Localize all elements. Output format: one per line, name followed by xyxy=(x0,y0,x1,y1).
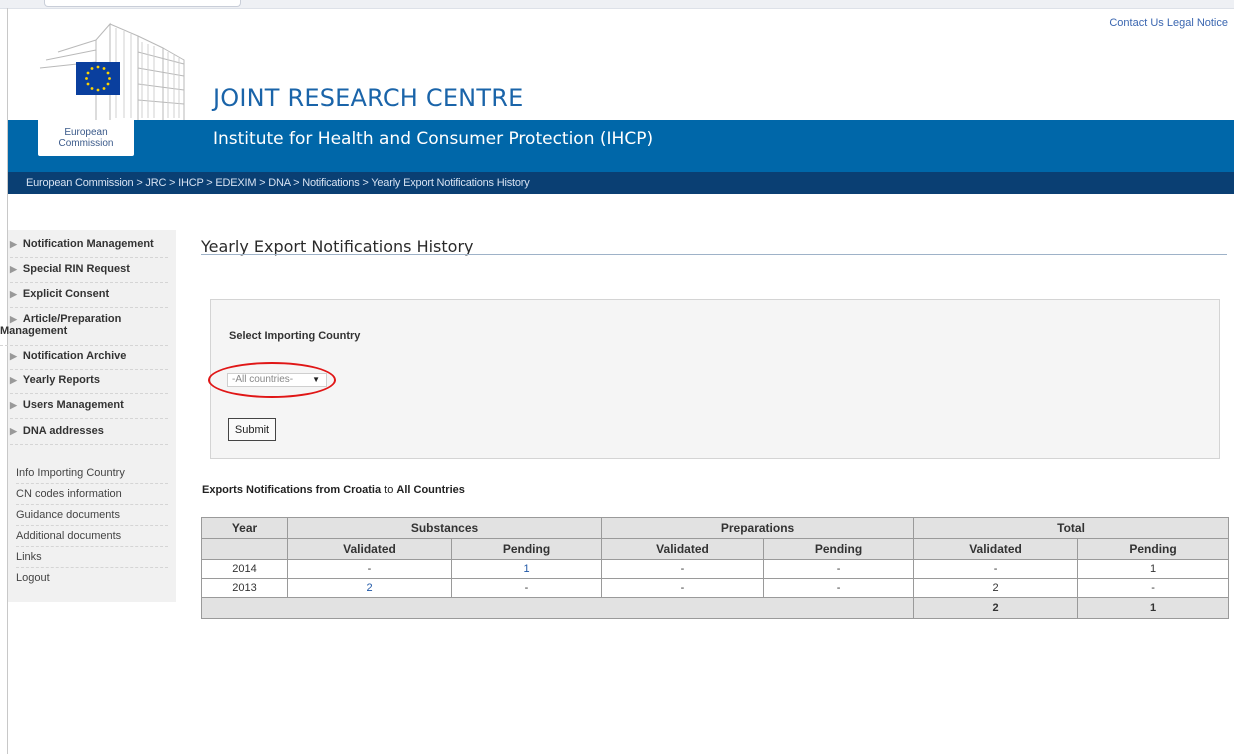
institute-title: Institute for Health and Consumer Protec… xyxy=(213,129,654,149)
sidebar-item-label: DNA addresses xyxy=(22,425,104,437)
header-substances: Substances xyxy=(286,517,603,539)
header-empty xyxy=(201,538,288,560)
sidebar-item-notification-archive[interactable]: ▶ Notification Archive xyxy=(10,350,168,370)
legal-notice-link[interactable]: Legal Notice xyxy=(1167,17,1228,29)
table-subheader-row: Validated Pending Validated Pending Vali… xyxy=(201,538,1230,560)
cell-total-spacer xyxy=(200,597,915,619)
triangle-right-icon: ▶ xyxy=(10,426,17,436)
table-total-row: 2 1 xyxy=(200,597,1230,619)
triangle-right-icon: ▶ xyxy=(10,400,17,410)
cell-year: 2013 xyxy=(201,578,288,598)
sidebar-item-label: Special RIN Request xyxy=(22,263,130,275)
header-preparations: Preparations xyxy=(601,517,915,539)
sidebar-item-notification-management[interactable]: ▶ Notification Management xyxy=(10,238,168,258)
notifications-table: Year Substances Preparations Total Valid… xyxy=(200,517,1230,619)
header-links: Contact Us Legal Notice xyxy=(1109,17,1228,29)
table-row: 2014 - 1 - - - 1 xyxy=(201,559,1230,579)
triangle-right-icon: ▶ xyxy=(10,264,17,274)
sidebar-item-yearly-reports[interactable]: ▶ Yearly Reports xyxy=(10,374,168,394)
cell-grand-total-pending: 1 xyxy=(1077,597,1230,619)
sidebar-item-special-rin-request[interactable]: ▶ Special RIN Request xyxy=(10,263,168,283)
red-highlight-ellipse xyxy=(208,362,336,398)
sidebar-link-logout[interactable]: Logout xyxy=(16,568,168,588)
cell-sub-pending: - xyxy=(450,578,603,598)
triangle-right-icon: ▶ xyxy=(10,314,17,324)
cell-prep-validated: - xyxy=(601,559,765,579)
cell-total-validated: 2 xyxy=(913,578,1079,598)
cell-grand-total-validated: 2 xyxy=(913,597,1079,619)
sidebar-item-label: Notification Archive xyxy=(22,350,127,362)
header-prep-validated: Validated xyxy=(601,538,765,560)
triangle-right-icon: ▶ xyxy=(10,351,17,361)
exports-from-country: Croatia xyxy=(343,484,382,496)
header-year: Year xyxy=(201,517,288,539)
header-prep-pending: Pending xyxy=(763,538,915,560)
org-title: JOINT RESEARCH CENTRE xyxy=(213,84,524,112)
sidebar-link-cn-codes[interactable]: CN codes information xyxy=(16,484,168,505)
cell-sub-pending-link[interactable]: 1 xyxy=(450,559,603,579)
ec-label-line1: European xyxy=(64,127,108,138)
sidebar-item-label: Notification Management xyxy=(22,238,154,250)
contact-us-link[interactable]: Contact Us xyxy=(1109,17,1163,29)
ec-label-line2: Commission xyxy=(58,138,114,149)
sidebar-item-explicit-consent[interactable]: ▶ Explicit Consent xyxy=(10,288,168,308)
cell-sub-validated: - xyxy=(287,559,452,579)
cell-prep-pending: - xyxy=(763,559,915,579)
sidebar-item-label: Article/Preparation Management xyxy=(0,313,122,337)
sidebar-link-additional-documents[interactable]: Additional documents xyxy=(16,526,168,547)
exports-to-country: All Countries xyxy=(396,484,465,496)
exports-heading-prefix: Exports Notifications from xyxy=(202,484,341,496)
ec-label: European Commission xyxy=(38,120,134,156)
table-row: 2013 2 - - - 2 - xyxy=(201,578,1230,598)
breadcrumb[interactable]: European Commission > JRC > IHCP > EDEXI… xyxy=(26,177,530,189)
sidebar-link-guidance-documents[interactable]: Guidance documents xyxy=(16,505,168,526)
cell-prep-validated: - xyxy=(601,578,765,598)
cell-total-validated: - xyxy=(913,559,1079,579)
filter-form-panel xyxy=(210,299,1220,459)
cell-sub-validated-link[interactable]: 2 xyxy=(287,578,452,598)
title-divider xyxy=(201,254,1227,255)
browser-tab[interactable] xyxy=(44,0,241,7)
exports-heading-mid: to xyxy=(384,484,394,496)
cell-year: 2014 xyxy=(201,559,288,579)
sidebar-link-info-importing-country[interactable]: Info Importing Country xyxy=(16,463,168,484)
sidebar-item-label: Users Management xyxy=(22,399,124,411)
triangle-right-icon: ▶ xyxy=(10,289,17,299)
exports-heading: Exports Notifications from Croatia to Al… xyxy=(202,484,465,496)
submit-button[interactable]: Submit xyxy=(228,418,276,441)
table-header-row: Year Substances Preparations Total xyxy=(201,517,1230,539)
sidebar-link-links[interactable]: Links xyxy=(16,547,168,568)
triangle-right-icon: ▶ xyxy=(10,239,17,249)
header-sub-pending: Pending xyxy=(450,538,603,560)
cell-total-pending: 1 xyxy=(1077,559,1230,579)
select-country-label: Select Importing Country xyxy=(229,330,361,342)
cell-prep-pending: - xyxy=(763,578,915,598)
header-total-validated: Validated xyxy=(913,538,1079,560)
browser-top-strip xyxy=(0,0,1234,9)
sidebar-item-label: Yearly Reports xyxy=(22,374,100,386)
triangle-right-icon: ▶ xyxy=(10,375,17,385)
header-total-pending: Pending xyxy=(1077,538,1230,560)
sidebar-item-dna-addresses[interactable]: ▶ DNA addresses xyxy=(10,425,168,445)
header-sub-validated: Validated xyxy=(287,538,452,560)
page: Contact Us Legal Notice JOINT RESEARCH C… xyxy=(0,0,1234,754)
sidebar-item-users-management[interactable]: ▶ Users Management xyxy=(10,399,168,419)
sidebar-item-article-preparation-management[interactable]: ▶ Article/Preparation Management xyxy=(0,313,168,346)
cell-total-pending: - xyxy=(1077,578,1230,598)
sidebar-item-label: Explicit Consent xyxy=(22,288,110,300)
header-total: Total xyxy=(913,517,1230,539)
